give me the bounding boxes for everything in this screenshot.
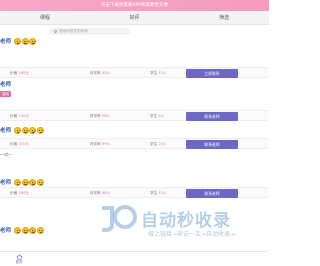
tutor-header: 老师	[0, 178, 44, 186]
price-stat: 价格 160元	[10, 191, 29, 195]
nav-home[interactable]: 首页	[11, 254, 27, 265]
nav-home-label: 首页	[15, 260, 23, 264]
smile-icon	[21, 226, 29, 234]
smile-icon	[14, 37, 22, 45]
watermark-logo-icon	[102, 205, 137, 232]
rating-icons	[14, 226, 44, 234]
download-app-banner[interactable]: 点击下载找家教APP找家教更方便	[0, 0, 269, 11]
tutor-header: 老师	[0, 226, 44, 234]
smile-icon	[14, 226, 22, 234]
smile-icon	[36, 178, 44, 186]
smile-icon	[36, 126, 44, 134]
banner-text: 点击下载找家教APP找家教更方便	[100, 3, 168, 8]
price-stat: 价格 200元	[10, 142, 29, 146]
tab-reviews[interactable]: 好评	[90, 11, 180, 24]
tutor-stats: 价格 150元 好评率 98% 学生 8人 联系老师	[0, 110, 269, 121]
contact-button[interactable]: 联系老师	[186, 140, 238, 149]
tab-courses[interactable]: 课程	[0, 11, 90, 24]
count-stat: 学生 20人	[150, 142, 167, 146]
smile-icon	[14, 178, 22, 186]
watermark-title: 自动秒收录	[141, 211, 231, 231]
tutor-stats: 价格 160元 好评率 96% 学生 15人 联系老师	[0, 187, 269, 198]
smile-icon	[21, 178, 29, 186]
watermark-subtitle: 做上链接→来访一次→自动收录→	[148, 231, 236, 238]
tutor-header: 老师	[0, 80, 11, 88]
rating-stat: 好评率 96%	[90, 191, 110, 195]
smile-icon	[14, 126, 22, 134]
contact-button[interactable]: 联系老师	[186, 189, 238, 198]
rating-icons	[14, 37, 37, 45]
price-stat: 价格 150元	[10, 114, 29, 118]
tutor-badge: 高校	[0, 91, 12, 97]
contact-button[interactable]: 联系老师	[186, 112, 238, 121]
count-stat: 学生 12人	[150, 71, 167, 75]
smile-icon	[29, 178, 37, 186]
tutor-name[interactable]: 老师	[0, 126, 11, 134]
tutor-stats: 价格 200元 好评率 99% 学生 20人 联系老师	[0, 138, 269, 149]
search-placeholder: 搜索你想找的老师	[59, 29, 88, 33]
bottom-nav: 首页	[0, 251, 269, 266]
count-stat: 学生 15人	[150, 191, 167, 195]
smile-icon	[29, 37, 37, 45]
smile-icon	[29, 126, 37, 134]
tutor-name[interactable]: 老师	[0, 226, 11, 234]
tutor-name[interactable]: 老师	[0, 80, 11, 88]
tutor-header: 老师	[0, 37, 37, 45]
tutor-stats: 价格 180元 好评率 95% 学生 12人 立即联系	[0, 67, 269, 78]
tutor-name[interactable]: 老师	[0, 178, 11, 186]
price-stat: 价格 180元	[10, 71, 29, 75]
search-icon	[54, 30, 57, 33]
tutor-name[interactable]: 老师	[0, 37, 11, 45]
search-input[interactable]: 搜索你想找的老师	[50, 28, 130, 35]
rating-icons	[14, 126, 44, 134]
tutor-note: 一对一	[0, 152, 12, 157]
count-stat: 学生 8人	[150, 114, 165, 118]
smile-icon	[21, 37, 29, 45]
filter-tabs: 课程 好评 筛选	[0, 11, 269, 25]
tutor-header: 老师	[0, 126, 44, 134]
rating-stat: 好评率 99%	[90, 142, 110, 146]
rating-stat: 好评率 95%	[90, 71, 110, 75]
rating-stat: 好评率 98%	[90, 114, 110, 118]
smile-icon	[21, 126, 29, 134]
home-icon	[16, 254, 22, 260]
tab-filter[interactable]: 筛选	[179, 11, 269, 24]
smile-icon	[29, 226, 37, 234]
contact-button[interactable]: 立即联系	[186, 69, 238, 78]
rating-icons	[14, 178, 44, 186]
smile-icon	[36, 226, 44, 234]
watermark: 自动秒收录 做上链接→来访一次→自动收录→	[98, 200, 258, 244]
